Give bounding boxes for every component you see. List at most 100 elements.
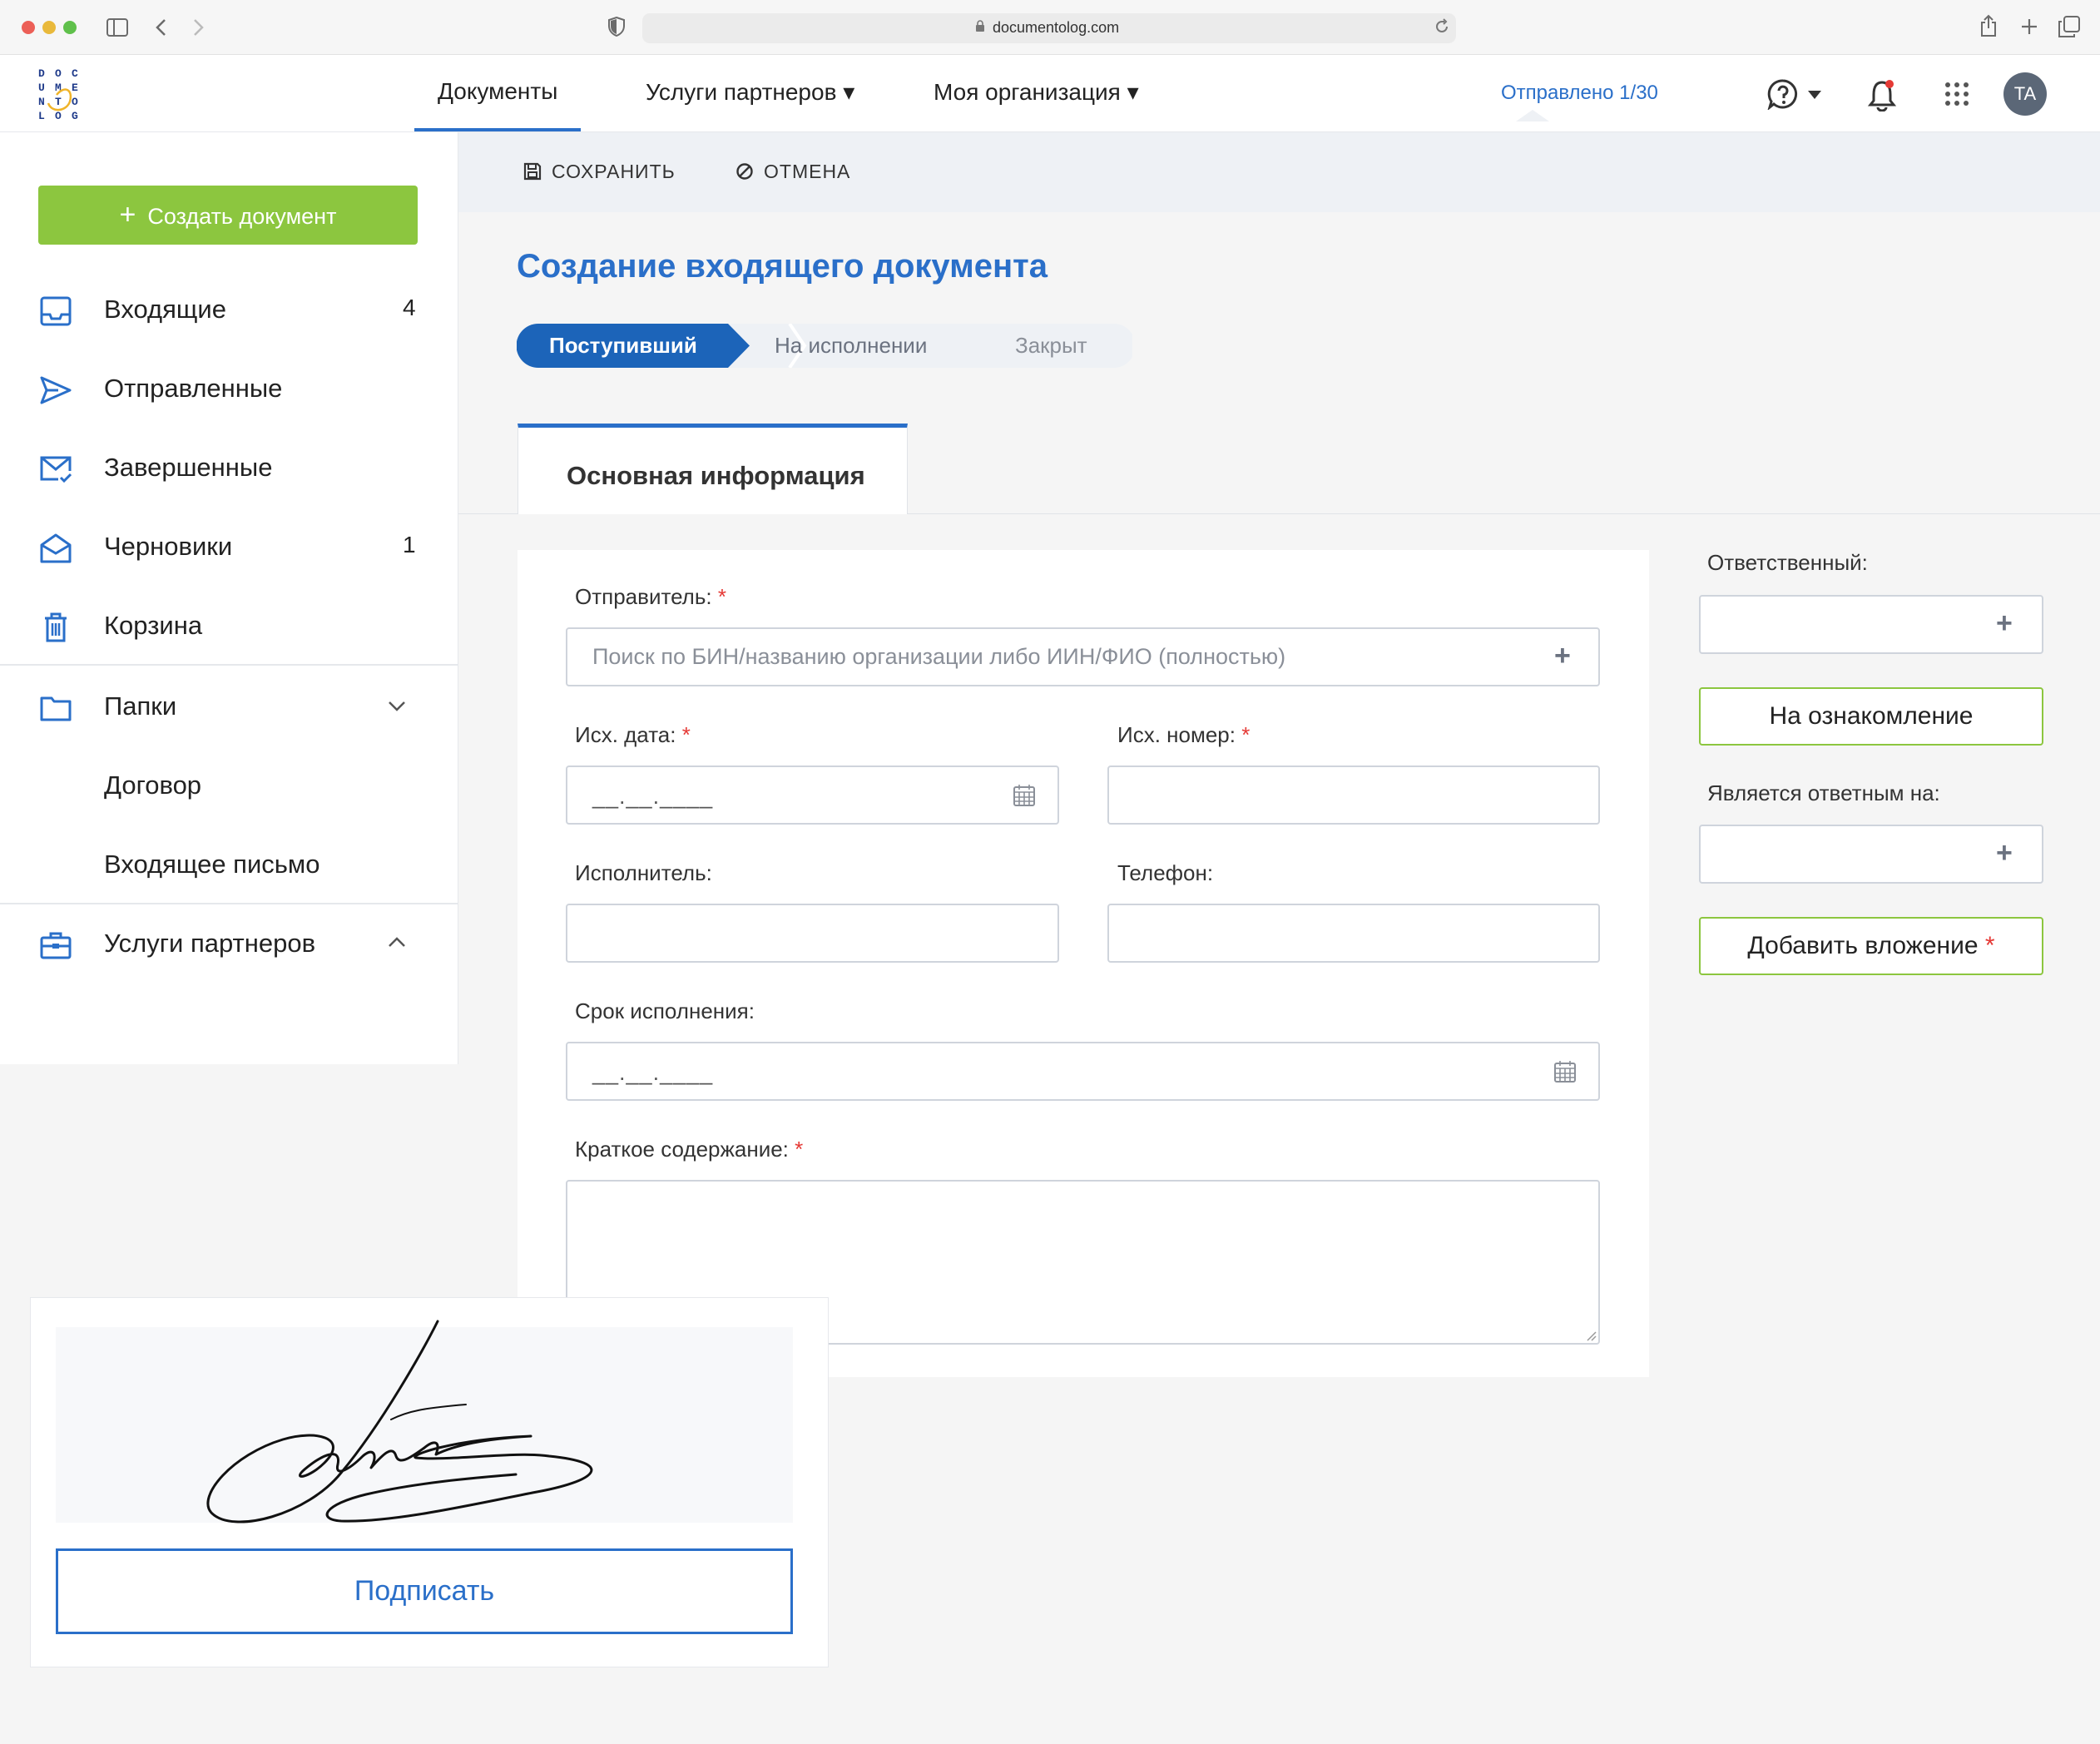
- apps-grid-icon[interactable]: [1944, 82, 1969, 107]
- executor-input[interactable]: [566, 904, 1059, 963]
- deadline-mask: __.__.____: [592, 1060, 714, 1085]
- chevron-down-icon[interactable]: [388, 696, 406, 715]
- review-button[interactable]: На ознакомление: [1699, 687, 2043, 746]
- floppy-disk-icon: [523, 162, 542, 181]
- reply-to-input[interactable]: +: [1699, 825, 2043, 884]
- executor-label: Исполнитель:: [575, 860, 712, 885]
- calendar-icon[interactable]: [1013, 784, 1036, 807]
- sidebar-item-label: Корзина: [104, 611, 203, 640]
- sidebar-toggle-icon[interactable]: [106, 18, 128, 37]
- help-icon[interactable]: [1767, 78, 1799, 110]
- shield-icon[interactable]: [608, 17, 625, 37]
- lock-icon: [976, 20, 984, 32]
- sidebar-item-partner-services[interactable]: Услуги партнеров: [0, 915, 458, 974]
- sent-counter[interactable]: Отправлено 1/30: [1501, 82, 1658, 105]
- add-responsible-plus-icon[interactable]: +: [1996, 609, 2013, 637]
- add-sender-plus-icon[interactable]: +: [1554, 642, 1571, 670]
- nav-active-indicator: [414, 128, 581, 131]
- save-label: СОХРАНИТЬ: [552, 161, 676, 182]
- sign-button[interactable]: Подписать: [56, 1548, 793, 1634]
- sidebar-item-label: Услуги партнеров: [104, 929, 316, 958]
- save-button[interactable]: СОХРАНИТЬ: [523, 161, 676, 183]
- add-attachment-button[interactable]: Добавить вложение *: [1699, 917, 2043, 975]
- responsible-input[interactable]: +: [1699, 595, 2043, 654]
- nav-partner-services[interactable]: Услуги партнеров ▾: [646, 78, 854, 106]
- stage-closed[interactable]: Закрыт: [1015, 324, 1087, 368]
- briefcase-icon: [40, 932, 72, 959]
- out-number-input[interactable]: [1107, 765, 1600, 825]
- deadline-field[interactable]: __.__.____: [566, 1042, 1600, 1101]
- add-attachment-label: Добавить вложение: [1747, 932, 1979, 959]
- sidebar-folder-incoming-letter[interactable]: Входящее письмо: [0, 836, 458, 894]
- folder-label: Договор: [104, 770, 202, 800]
- url-text: documentolog.com: [993, 19, 1120, 36]
- nav-my-organization[interactable]: Моя организация ▾: [934, 78, 1139, 106]
- forward-arrow-icon[interactable]: [193, 18, 205, 37]
- sidebar-item-inbox[interactable]: Входящие 4: [0, 281, 458, 339]
- add-reply-to-plus-icon[interactable]: +: [1996, 839, 2013, 867]
- sidebar-folder-contract[interactable]: Договор: [0, 757, 458, 815]
- svg-text:L: L: [38, 110, 45, 122]
- out-date-label: Исх. дата: *: [575, 722, 691, 747]
- back-arrow-icon[interactable]: [155, 18, 166, 37]
- send-icon: [40, 376, 72, 404]
- window-minimize-dot[interactable]: [42, 21, 56, 34]
- sidebar-item-trash[interactable]: Корзина: [0, 597, 458, 656]
- resize-handle-icon[interactable]: [1585, 1330, 1597, 1341]
- cancel-label: ОТМЕНА: [764, 161, 851, 182]
- inbox-count: 4: [403, 295, 416, 320]
- documentolog-logo[interactable]: DOC UME NTO LOG: [37, 65, 83, 125]
- out-date-mask: __.__.____: [592, 784, 714, 809]
- svg-text:O: O: [72, 96, 78, 108]
- cancel-button[interactable]: ОТМЕНА: [735, 161, 850, 183]
- window-maximize-dot[interactable]: [63, 21, 77, 34]
- reload-icon[interactable]: [1434, 18, 1449, 35]
- sidebar-item-folders[interactable]: Папки: [0, 678, 458, 736]
- sender-placeholder: Поиск по БИН/названию организации либо И…: [592, 644, 1286, 669]
- sidebar-item-label: Завершенные: [104, 453, 273, 482]
- phone-label: Телефон:: [1117, 860, 1214, 885]
- drafts-count: 1: [403, 532, 416, 557]
- tab-main-info[interactable]: Основная информация: [518, 424, 908, 514]
- chevron-up-icon[interactable]: [388, 934, 406, 952]
- sidebar-divider: [0, 903, 458, 904]
- mail-check-icon: [40, 456, 72, 483]
- user-avatar[interactable]: TA: [2003, 72, 2047, 116]
- window-close-dot[interactable]: [22, 21, 35, 34]
- sidebar-item-label: Отправленные: [104, 374, 283, 403]
- svg-text:O: O: [55, 67, 62, 80]
- tab-label: Основная информация: [567, 461, 865, 490]
- sidebar-item-label: Папки: [104, 691, 177, 721]
- sender-search-input[interactable]: Поиск по БИН/названию организации либо И…: [566, 627, 1600, 686]
- open-envelope-icon: [40, 533, 72, 563]
- trash-icon: [45, 612, 67, 642]
- nav-documents[interactable]: Документы: [438, 78, 557, 105]
- summary-label: Краткое содержание: *: [575, 1137, 804, 1162]
- help-dropdown-icon[interactable]: [1807, 90, 1822, 100]
- inbox-icon: [40, 296, 72, 326]
- out-date-field[interactable]: __.__.____: [566, 765, 1059, 825]
- sidebar-item-sent[interactable]: Отправленные: [0, 360, 458, 419]
- sidebar-item-drafts[interactable]: Черновики 1: [0, 518, 458, 577]
- svg-text:U: U: [38, 82, 45, 94]
- svg-text:C: C: [72, 67, 78, 80]
- page-title: Создание входящего документа: [517, 248, 1048, 285]
- svg-text:D: D: [38, 67, 45, 80]
- stage-received[interactable]: Поступивший: [549, 324, 697, 368]
- phone-input[interactable]: [1107, 904, 1600, 963]
- new-tab-plus-icon[interactable]: [2020, 17, 2038, 36]
- share-icon[interactable]: [1979, 14, 1998, 37]
- tabs-overview-icon[interactable]: [2058, 16, 2080, 37]
- svg-text:G: G: [72, 110, 78, 122]
- create-document-button[interactable]: + Создать документ: [38, 186, 418, 245]
- svg-text:E: E: [72, 82, 78, 94]
- folder-icon: [40, 696, 72, 721]
- notification-bell-icon[interactable]: [1867, 78, 1897, 111]
- stage-in-progress[interactable]: На исполнении: [775, 324, 927, 368]
- handwritten-signature: [206, 1320, 593, 1524]
- svg-text:O: O: [55, 110, 62, 122]
- calendar-icon[interactable]: [1553, 1060, 1577, 1083]
- sidebar-item-completed[interactable]: Завершенные: [0, 439, 458, 498]
- svg-text:N: N: [38, 96, 45, 108]
- create-document-label: Создать документ: [147, 204, 337, 229]
